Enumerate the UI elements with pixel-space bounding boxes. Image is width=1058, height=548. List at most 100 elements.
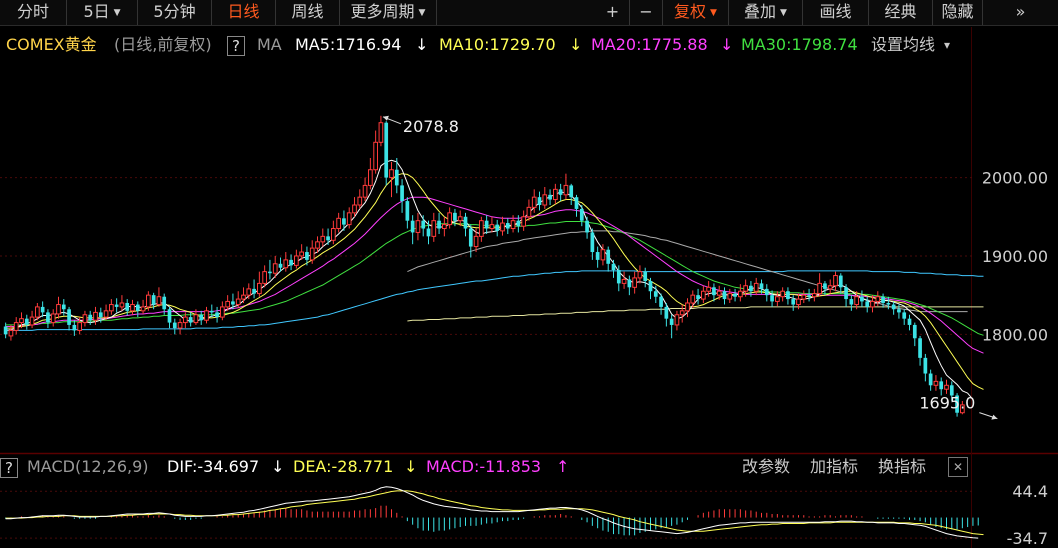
tool-tab-1[interactable]: −	[630, 0, 663, 25]
collapse-arrows-icon[interactable]: »	[983, 0, 1058, 25]
candle	[61, 299, 66, 316]
candle	[860, 290, 864, 307]
edit-params-button[interactable]: 改参数	[742, 456, 790, 478]
candle-body	[421, 220, 426, 229]
candle-body	[225, 300, 230, 308]
candle-body	[801, 294, 807, 300]
candle	[770, 290, 774, 307]
candle	[500, 216, 505, 236]
candle	[569, 183, 574, 206]
candle	[352, 197, 357, 217]
candle	[521, 210, 526, 231]
add-indicator-button[interactable]: 加指标	[810, 456, 858, 478]
candle-body	[679, 310, 685, 316]
candle-body	[712, 287, 716, 296]
candle-body	[706, 286, 711, 292]
ma-settings-caret-icon[interactable]: ▾	[944, 34, 950, 56]
candle	[384, 121, 389, 186]
candle-body	[495, 224, 500, 231]
candle-body	[278, 263, 283, 268]
candle	[510, 215, 516, 233]
tool-tab-3[interactable]: 叠加 ▼	[729, 0, 803, 25]
candle-body	[241, 294, 246, 300]
candle	[357, 189, 363, 209]
candle	[833, 271, 838, 292]
ma20-line	[5, 196, 984, 354]
period-tab-4[interactable]: 周线	[276, 0, 340, 25]
candle	[764, 284, 769, 302]
close-icon[interactable]: ✕	[948, 457, 968, 477]
tool-tab-2[interactable]: 复权 ▼	[663, 0, 729, 25]
candle	[8, 324, 14, 341]
ma10-line	[5, 173, 984, 390]
tool-tab-label: 隐藏	[941, 2, 974, 21]
candle	[410, 215, 415, 245]
help-button[interactable]: ?	[227, 36, 245, 56]
tool-tab-4[interactable]: 画线	[803, 0, 869, 25]
switch-indicator-button[interactable]: 换指标	[878, 456, 926, 478]
period-tab-label: 5日	[83, 2, 110, 21]
period-tab-0[interactable]: 分时	[0, 0, 67, 25]
candle-body	[61, 304, 66, 310]
tool-tab-0[interactable]: +	[596, 0, 630, 25]
candle-body	[35, 306, 40, 318]
candle-body	[881, 296, 885, 303]
candle	[685, 298, 690, 318]
candle	[415, 212, 421, 241]
candle	[378, 115, 384, 147]
candle	[621, 271, 627, 289]
candle-body	[759, 283, 764, 289]
candle	[627, 275, 632, 296]
price-tick-label: 2000.00	[982, 169, 1048, 188]
candle-body	[463, 216, 468, 229]
candle-body	[844, 287, 848, 300]
candle	[156, 287, 162, 307]
candle-body	[220, 306, 225, 318]
candle	[82, 310, 88, 327]
candle-body	[130, 304, 135, 312]
candle	[431, 212, 437, 242]
tool-tab-6[interactable]: 隐藏	[933, 0, 983, 25]
candle-body	[72, 324, 77, 331]
period-tab-3[interactable]: 日线	[212, 0, 276, 25]
candle-body	[949, 385, 954, 396]
candle-body	[823, 283, 827, 289]
period-tab-2[interactable]: 5分钟	[138, 0, 212, 25]
candle	[283, 252, 289, 272]
price-tick-label: 1900.00	[982, 247, 1048, 266]
candle-body	[352, 204, 357, 214]
candle-body	[135, 304, 140, 311]
candle	[146, 291, 151, 311]
period-tab-5[interactable]: 更多周期 ▼	[340, 0, 437, 25]
candle	[563, 173, 569, 200]
candle-body	[764, 288, 769, 296]
candle	[119, 295, 125, 311]
candle	[172, 318, 177, 335]
candle	[389, 161, 394, 198]
candle	[585, 216, 589, 239]
candle-body	[701, 290, 706, 300]
period-tab-1[interactable]: 5日 ▼	[67, 0, 138, 25]
candle-body	[431, 220, 437, 237]
candle	[199, 310, 204, 325]
candle-body	[151, 295, 156, 305]
candle-body	[849, 299, 854, 305]
candle-body	[643, 271, 648, 282]
candle	[309, 240, 315, 264]
candle	[35, 302, 40, 321]
ma-settings-button[interactable]: 设置均线	[871, 34, 935, 56]
candle	[140, 299, 146, 314]
candle	[103, 304, 109, 321]
toolbar: 分时 5日 ▼ 5分钟 日线 周线 更多周期 ▼ + − 复权 ▼ 叠加 ▼ 画线 经典 隐藏 »	[0, 0, 1058, 26]
candle	[98, 307, 103, 323]
candle	[955, 393, 959, 417]
candle-body	[231, 301, 235, 305]
macd-help-button[interactable]: ?	[0, 458, 18, 478]
tool-tab-5[interactable]: 经典	[869, 0, 933, 25]
candle-body	[294, 255, 299, 266]
ma-label: MA	[257, 35, 282, 54]
candle	[933, 375, 939, 391]
candle	[225, 295, 230, 311]
candle	[489, 216, 495, 233]
candle	[130, 299, 135, 315]
